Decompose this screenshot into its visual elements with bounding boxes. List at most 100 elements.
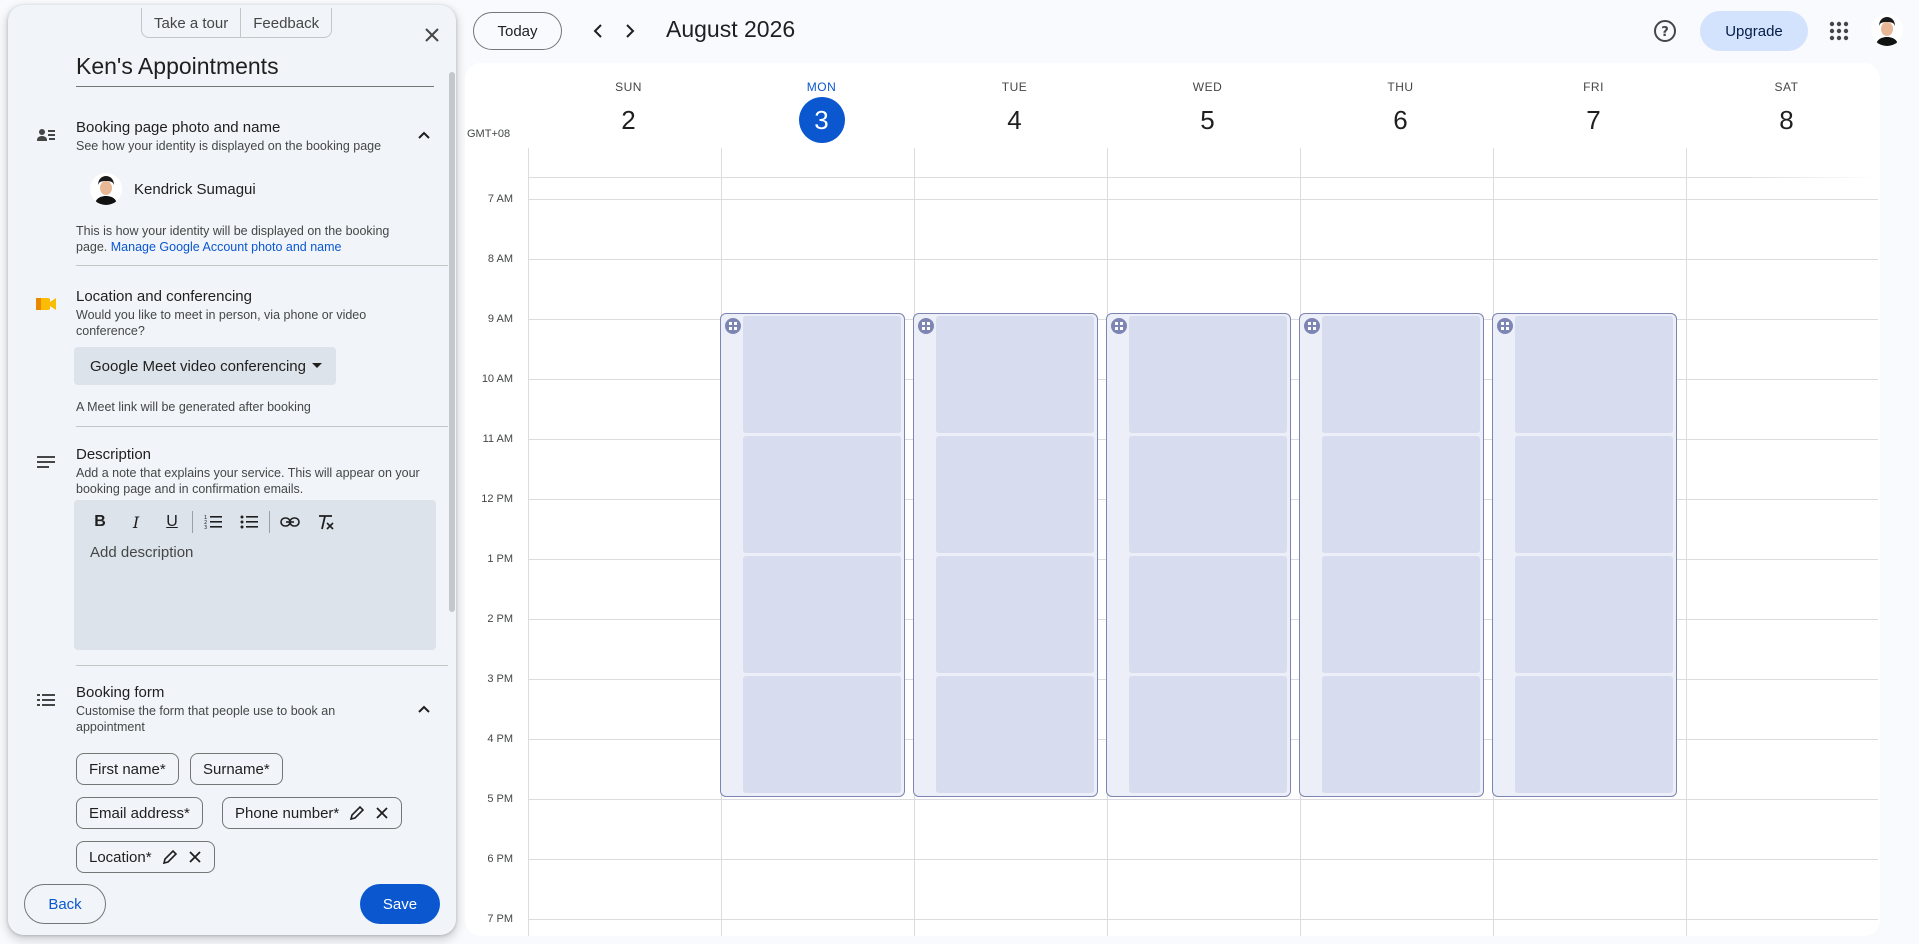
time-slot[interactable]: [1515, 436, 1673, 553]
time-slot[interactable]: [1515, 676, 1673, 793]
video-camera-icon: [34, 292, 58, 316]
grid-line: [528, 919, 1878, 920]
chevron-right-icon[interactable]: [615, 16, 645, 46]
close-icon[interactable]: [188, 850, 202, 864]
conferencing-dropdown[interactable]: Google Meet video conferencing: [74, 347, 336, 385]
chevron-left-icon[interactable]: [583, 16, 613, 46]
chevron-up-icon[interactable]: [414, 699, 434, 719]
time-slot[interactable]: [936, 436, 1094, 553]
time-slot[interactable]: [743, 676, 901, 793]
chevron-up-icon[interactable]: [414, 125, 434, 145]
avatar: [90, 173, 122, 205]
availability-block-thu[interactable]: [1299, 313, 1484, 797]
time-slot[interactable]: [1515, 556, 1673, 673]
help-icon[interactable]: ?: [1652, 18, 1678, 44]
pencil-icon[interactable]: [162, 849, 178, 865]
time-label: 8 AM: [487, 253, 513, 265]
time-label: 9 AM: [487, 313, 513, 325]
link-icon[interactable]: [272, 506, 308, 538]
description-placeholder: Add description: [90, 544, 194, 561]
notes-icon: [34, 450, 58, 474]
italic-button[interactable]: I: [118, 506, 154, 538]
numbered-list-icon[interactable]: 123: [195, 506, 231, 538]
svg-text:3: 3: [204, 525, 207, 530]
time-label: 7 AM: [487, 193, 513, 205]
grid-line: [528, 799, 1878, 800]
day-header-sat[interactable]: SAT 8: [1690, 80, 1880, 143]
day-header-sun[interactable]: SUN 2: [532, 80, 725, 143]
divider: [76, 426, 448, 427]
time-slot[interactable]: [743, 436, 901, 553]
availability-block-mon[interactable]: [720, 313, 905, 797]
time-slot[interactable]: [936, 676, 1094, 793]
day-header-thu[interactable]: THU 6: [1304, 80, 1497, 143]
account-avatar[interactable]: [1871, 14, 1903, 46]
clear-formatting-icon[interactable]: [308, 506, 344, 538]
field-chip-location[interactable]: Location*: [76, 841, 215, 873]
availability-block-tue[interactable]: [913, 313, 1098, 797]
time-slot[interactable]: [1129, 676, 1287, 793]
time-slot[interactable]: [1322, 556, 1480, 673]
divider: [76, 665, 448, 666]
panel-scrollbar[interactable]: [449, 72, 455, 612]
grid-icon: [1497, 318, 1513, 334]
panel-scroll-area[interactable]: Take a tour Feedback Ken's Appointments …: [8, 5, 448, 873]
field-chip-phone[interactable]: Phone number*: [222, 797, 403, 829]
save-button[interactable]: Save: [360, 884, 440, 924]
availability-block-wed[interactable]: [1106, 313, 1291, 797]
description-editor[interactable]: B I U 123 Add description: [74, 500, 436, 650]
toolbar-separator: [192, 511, 193, 533]
feedback-button[interactable]: Feedback: [240, 8, 331, 38]
time-slot[interactable]: [743, 556, 901, 673]
take-a-tour-button[interactable]: Take a tour: [142, 8, 240, 38]
back-button[interactable]: Back: [24, 884, 106, 924]
time-slot[interactable]: [1515, 316, 1673, 433]
bulleted-list-icon[interactable]: [231, 506, 267, 538]
time-label: 6 PM: [487, 853, 513, 865]
close-icon[interactable]: [375, 806, 389, 820]
manage-account-link[interactable]: Manage Google Account photo and name: [111, 240, 342, 254]
time-slot[interactable]: [1322, 316, 1480, 433]
chip-label: Surname*: [203, 760, 270, 778]
page-title[interactable]: Ken's Appointments: [76, 53, 434, 87]
formatting-toolbar: B I U 123: [82, 506, 344, 538]
timezone-label: GMT+08: [467, 128, 511, 140]
time-slot[interactable]: [1129, 436, 1287, 553]
time-label: 11 AM: [482, 433, 513, 445]
apps-grid-icon[interactable]: [1827, 19, 1851, 43]
location-section-heading: Location and conferencing: [76, 288, 252, 305]
bold-button[interactable]: B: [82, 506, 118, 538]
pencil-icon[interactable]: [349, 805, 365, 821]
time-slot[interactable]: [1322, 676, 1480, 793]
upgrade-button[interactable]: Upgrade: [1700, 11, 1808, 51]
description-section-heading: Description: [76, 446, 152, 463]
day-name: FRI: [1583, 80, 1604, 94]
time-slot[interactable]: [936, 556, 1094, 673]
day-name: THU: [1387, 80, 1414, 94]
field-chip-first-name[interactable]: First name*: [76, 753, 179, 785]
availability-block-fri[interactable]: [1492, 313, 1677, 797]
svg-text:?: ?: [1661, 25, 1669, 40]
field-chip-surname[interactable]: Surname*: [190, 753, 283, 785]
time-label: 2 PM: [487, 613, 513, 625]
current-month: August 2026: [666, 16, 796, 42]
day-header-mon[interactable]: MON 3: [725, 80, 918, 143]
day-header-wed[interactable]: WED 5: [1111, 80, 1304, 143]
day-header-tue[interactable]: TUE 4: [918, 80, 1111, 143]
time-slot[interactable]: [936, 316, 1094, 433]
time-slot[interactable]: [1129, 556, 1287, 673]
time-slot[interactable]: [1129, 316, 1287, 433]
day-name: WED: [1192, 80, 1223, 94]
close-icon[interactable]: [418, 21, 446, 49]
person-list-icon: [34, 123, 58, 147]
time-slot[interactable]: [743, 316, 901, 433]
panel-footer: Back Save: [8, 873, 456, 935]
day-header-fri[interactable]: FRI 7: [1497, 80, 1690, 143]
underline-button[interactable]: U: [154, 506, 190, 538]
today-button[interactable]: Today: [473, 12, 562, 50]
time-slot[interactable]: [1322, 436, 1480, 553]
grid-icon: [1111, 318, 1127, 334]
field-chip-email[interactable]: Email address*: [76, 797, 203, 829]
day-date: 8: [1779, 105, 1794, 135]
booking-form-heading: Booking form: [76, 684, 165, 701]
